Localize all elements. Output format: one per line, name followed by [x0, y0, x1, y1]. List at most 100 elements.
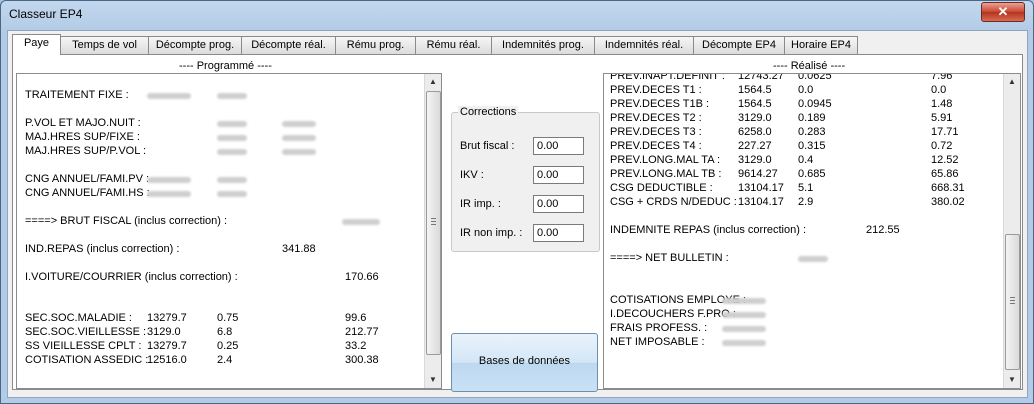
tab-paye[interactable]: Paye — [12, 34, 61, 55]
correction-input[interactable] — [533, 195, 584, 213]
row-value: 227.27 — [738, 140, 772, 152]
realise-panel[interactable]: PREV.INAPT.DEFINIT : 12743.27 0.0625 7.96 PR… — [603, 73, 1021, 389]
row-value: 33.2 — [345, 340, 367, 352]
row-value — [722, 294, 766, 307]
row-value — [217, 131, 247, 144]
row-value: 212.55 — [866, 224, 900, 236]
row-label: MAJ.HRES SUP/FIXE : — [25, 131, 140, 143]
row-value — [282, 131, 316, 144]
redacted-value — [722, 298, 766, 304]
tab-indemnités-réal[interactable]: Indemnités réal. — [594, 36, 694, 54]
corrections-group: Corrections Brut fiscal : IKV : IR imp. : I… — [451, 106, 600, 252]
row-value — [217, 89, 247, 102]
corrections-title: Corrections — [458, 106, 519, 118]
realise-header: ---- Réalisé ---- — [773, 60, 846, 72]
row-value: 380.02 — [931, 196, 965, 208]
correction-input[interactable] — [533, 166, 584, 184]
row-label: SS VIEILLESSE CPLT : — [25, 340, 142, 352]
row-label: PREV.INAPT.DEFINIT : — [610, 73, 725, 82]
row-label: NET IMPOSABLE : — [610, 336, 705, 348]
correction-label: IR non imp. : — [460, 227, 523, 239]
scroll-down-icon[interactable]: ▼ — [425, 372, 441, 388]
row-value: 2.4 — [217, 354, 233, 366]
row-value: 0.315 — [798, 140, 826, 152]
tab-décompte-prog[interactable]: Décompte prog. — [148, 36, 242, 54]
redacted-value — [217, 121, 247, 127]
row-label: PREV.DECES T1B : — [610, 98, 710, 110]
redacted-value — [722, 340, 766, 346]
realise-scrollbar[interactable]: ▲ ▼ — [1003, 74, 1020, 388]
databases-button[interactable]: Bases de données — [451, 333, 598, 392]
tab-rému-réal[interactable]: Rému réal. — [415, 36, 492, 54]
tab-horaire-ep4[interactable]: Horaire EP4 — [784, 36, 858, 54]
row-label: FRAIS PROFESS. : — [610, 322, 708, 334]
row-value — [217, 145, 247, 158]
row-label: CNG ANNUEL/FAMI.PV : — [25, 173, 150, 185]
row-value — [798, 252, 828, 265]
row-value: 0.4 — [798, 154, 814, 166]
correction-input[interactable] — [533, 224, 584, 242]
row-value: 3129.0 — [738, 112, 772, 124]
row-label: IND.REPAS (inclus correction) : — [25, 243, 180, 255]
redacted-value — [282, 149, 316, 155]
row-value: 5.1 — [798, 182, 814, 194]
redacted-value — [217, 191, 247, 197]
redacted-value — [722, 326, 766, 332]
app-window: Classeur EP4 ✕ Paye Temps de vol Décompte … — [0, 0, 1034, 404]
programme-panel[interactable]: TRAITEMENT FIXE : P.VOL ET MAJO.NUIT : MAJ… — [16, 73, 442, 389]
row-value: 0.0945 — [798, 98, 832, 110]
programme-scrollbar[interactable]: ▲ ▼ — [424, 74, 441, 388]
row-value: 0.0625 — [798, 73, 832, 82]
row-label: TRAITEMENT FIXE : — [25, 89, 129, 101]
tab-temps-de-vol[interactable]: Temps de vol — [60, 36, 149, 54]
row-value — [722, 336, 766, 349]
correction-input[interactable] — [533, 137, 584, 155]
tab-décompte-réal[interactable]: Décompte réal. — [241, 36, 336, 54]
row-label: PREV.LONG.MAL TB : — [610, 168, 722, 180]
scroll-up-icon[interactable]: ▲ — [1004, 74, 1020, 90]
correction-label: IKV : — [460, 169, 484, 181]
close-button[interactable]: ✕ — [981, 2, 1025, 22]
row-value: 0.25 — [217, 340, 239, 352]
row-value: 5.91 — [931, 112, 953, 124]
redacted-value — [217, 149, 247, 155]
tab-indemnités-prog[interactable]: Indemnités prog. — [491, 36, 595, 54]
row-value: 1564.5 — [738, 84, 772, 96]
row-value: 0.0 — [931, 84, 947, 96]
row-value: 0.75 — [217, 312, 239, 324]
row-value: 7.96 — [931, 73, 953, 82]
row-value: 3129.0 — [147, 326, 181, 338]
row-label: CSG + CRDS N/DEDUC : — [610, 196, 737, 208]
redacted-value — [722, 312, 766, 318]
row-value: 13279.7 — [147, 340, 187, 352]
tab-décompte-ep4[interactable]: Décompte EP4 — [693, 36, 785, 54]
row-value: 3129.0 — [738, 154, 772, 166]
scroll-down-icon[interactable]: ▼ — [1004, 372, 1020, 388]
row-value: 300.38 — [345, 354, 379, 366]
scroll-up-icon[interactable]: ▲ — [425, 74, 441, 90]
redacted-value — [798, 256, 828, 262]
row-value: 341.88 — [282, 243, 316, 255]
close-icon: ✕ — [997, 4, 1009, 19]
scroll-thumb[interactable] — [1005, 234, 1020, 370]
row-label: P.VOL ET MAJO.NUIT : — [25, 117, 141, 129]
redacted-value — [217, 93, 247, 99]
row-value: 12743.27 — [738, 73, 784, 82]
row-value: 170.66 — [345, 271, 379, 283]
row-value: 0.283 — [798, 126, 826, 138]
row-value — [217, 187, 247, 200]
tab-rému-prog[interactable]: Rému prog. — [335, 36, 416, 54]
row-value: 65.86 — [931, 168, 959, 180]
correction-label: Brut fiscal : — [460, 140, 515, 152]
row-label: CSG DEDUCTIBLE : — [610, 182, 713, 194]
row-value: 0.0 — [798, 84, 814, 96]
scroll-thumb[interactable] — [426, 91, 441, 355]
programme-header: ---- Programmé ---- — [179, 60, 272, 72]
row-value: 1564.5 — [738, 98, 772, 110]
row-value: 13104.17 — [738, 182, 784, 194]
row-label: PREV.DECES T2 : — [610, 112, 702, 124]
row-value — [147, 89, 191, 102]
row-label: PREV.DECES T3 : — [610, 126, 702, 138]
row-value — [722, 308, 766, 321]
row-value: 0.685 — [798, 168, 826, 180]
